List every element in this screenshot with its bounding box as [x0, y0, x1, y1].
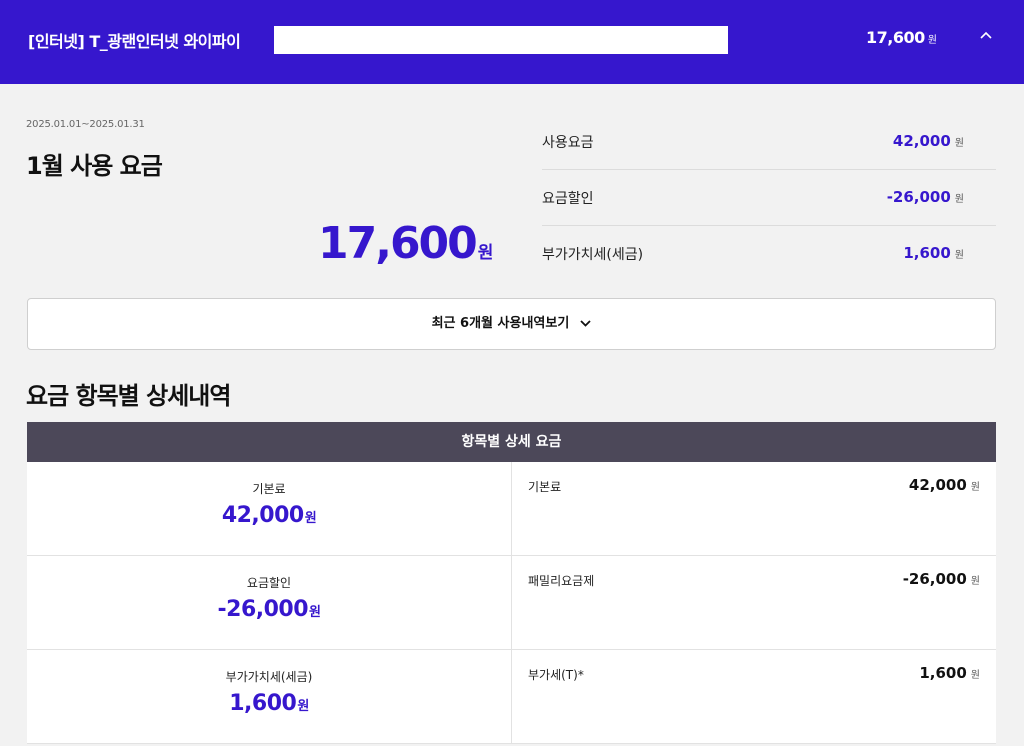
header-amount: 17,600 원: [866, 28, 937, 47]
product-title: [인터넷] T_광랜인터넷 와이파이: [28, 32, 241, 51]
table-row: 요금할인 -26,000원 패밀리요금제 -26,000 원: [27, 556, 996, 650]
category-cell: 부가가치세(세금) 1,600원: [27, 650, 512, 743]
item-value: -26,000 원: [902, 570, 980, 588]
table-header: 항목별 상세 요금: [27, 422, 996, 462]
summary-row: 요금할인 -26,000 원: [542, 170, 996, 226]
chevron-down-icon: [580, 316, 592, 330]
item-label: 부가세(T)*: [528, 668, 584, 682]
page-title: 1월 사용 요금: [26, 152, 163, 180]
category-cell: 요금할인 -26,000원: [27, 556, 512, 649]
total-amount-value: 17,600: [318, 218, 478, 269]
item-label: 패밀리요금제: [528, 574, 595, 588]
item-cell: 패밀리요금제 -26,000 원: [512, 556, 996, 649]
detail-table: 항목별 상세 요금 기본료 42,000원 기본료 42,000 원 요금할인 -…: [27, 422, 996, 744]
header-amount-unit: 원: [927, 35, 937, 46]
item-label: 기본료: [528, 480, 562, 494]
table-row: 기본료 42,000원 기본료 42,000 원: [27, 462, 996, 556]
item-cell: 기본료 42,000 원: [512, 462, 996, 555]
summary-value: 1,600 원: [903, 244, 964, 262]
total-amount-unit: 원: [477, 243, 494, 263]
summary-label: 요금할인: [542, 191, 594, 207]
summary-label: 부가가치세(세금): [542, 247, 644, 263]
recent-usage-button[interactable]: 최근 6개월 사용내역보기: [27, 298, 996, 350]
summary-value: -26,000 원: [886, 188, 964, 206]
redacted-field: [274, 26, 728, 54]
chevron-up-icon[interactable]: [978, 28, 994, 48]
table-row: 부가가치세(세금) 1,600원 부가세(T)* 1,600 원: [27, 650, 996, 744]
summary-list: 사용요금 42,000 원 요금할인 -26,000 원 부가가치세(세금) 1,6…: [542, 114, 996, 282]
item-cell: 부가세(T)* 1,600 원: [512, 650, 996, 743]
category-label: 요금할인: [246, 576, 292, 590]
recent-usage-label: 최근 6개월 사용내역보기: [431, 316, 570, 331]
category-value: 1,600원: [229, 691, 309, 716]
category-label: 부가가치세(세금): [225, 670, 313, 684]
item-value: 42,000 원: [908, 476, 980, 494]
header-amount-value: 17,600: [866, 28, 925, 47]
category-value: -26,000원: [217, 597, 322, 622]
category-value: 42,000원: [221, 503, 317, 528]
section-title: 요금 항목별 상세내역: [26, 382, 231, 410]
item-value: 1,600 원: [919, 664, 980, 682]
summary-row: 사용요금 42,000 원: [542, 114, 996, 170]
summary-value: 42,000 원: [892, 132, 964, 150]
category-cell: 기본료 42,000원: [27, 462, 512, 555]
total-amount: 17,600 원: [318, 218, 493, 269]
billing-period: 2025.01.01~2025.01.31: [26, 119, 145, 130]
product-header[interactable]: [인터넷] T_광랜인터넷 와이파이 17,600 원: [0, 0, 1024, 84]
category-label: 기본료: [252, 482, 286, 496]
summary-row: 부가가치세(세금) 1,600 원: [542, 226, 996, 282]
summary-label: 사용요금: [542, 135, 594, 151]
